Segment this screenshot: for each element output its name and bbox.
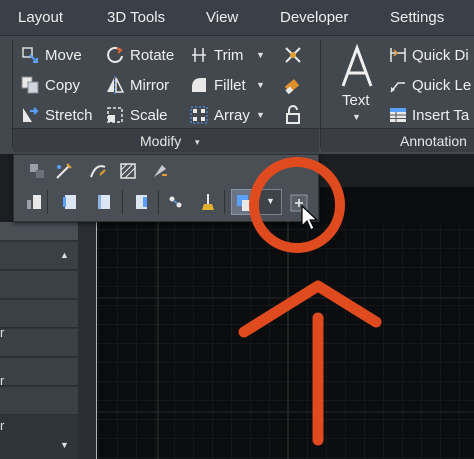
quick-dimension-icon [390, 48, 406, 62]
trim-label: Trim [214, 46, 244, 64]
break-at-point-icon[interactable] [24, 192, 44, 212]
palette-row[interactable] [0, 358, 78, 386]
draworder-dropdown-arrow: ▼ [266, 196, 275, 206]
erase-icon[interactable] [282, 74, 304, 96]
array-icon [190, 106, 208, 124]
modify-panel-title[interactable]: Modify [140, 133, 181, 149]
scale-button[interactable]: Scale [105, 103, 168, 127]
unlock-icon[interactable] [282, 104, 304, 126]
edit-polyline-icon[interactable] [54, 161, 74, 181]
palette-scroll-up-arrow[interactable]: ▲ [60, 250, 69, 260]
fillet-icon [192, 78, 206, 92]
edit-attribute-icon[interactable] [150, 161, 170, 181]
flyout-separator [158, 190, 159, 214]
fillet-button[interactable]: Fillet [189, 73, 246, 97]
palette-scroll-down-arrow[interactable]: ▼ [60, 440, 69, 450]
move-icon [22, 47, 38, 63]
overkill-icon[interactable] [198, 192, 218, 212]
tab-view[interactable]: View [206, 9, 238, 26]
edit-spline-icon[interactable] [88, 161, 108, 181]
scale-icon [107, 107, 123, 123]
palette-row[interactable] [0, 300, 78, 328]
flyout-separator [224, 190, 225, 214]
draworder-button[interactable] [231, 189, 257, 215]
array-dropdown-arrow[interactable]: ▼ [256, 110, 265, 120]
insert-table-button[interactable]: Insert Ta [388, 103, 469, 127]
move-label: Move [45, 46, 82, 64]
align-icon[interactable] [166, 192, 186, 212]
ribbon-tab-bar: Layout 3D Tools View Developer Settings [0, 0, 474, 36]
draworder-icon [237, 195, 253, 211]
modify-panel-expand-arrow[interactable]: ▾ [195, 137, 200, 148]
copy-label: Copy [45, 76, 81, 94]
mirror-label: Mirror [130, 76, 170, 94]
quick-dimension-button[interactable]: Quick Di [388, 43, 469, 67]
insert-table-label: Insert Ta [412, 106, 470, 124]
mouse-cursor-icon [301, 204, 319, 231]
mirror-button[interactable]: Mirror [105, 73, 169, 97]
quick-dimension-label: Quick Di [412, 46, 469, 64]
join-icon[interactable] [60, 192, 80, 212]
palette-row[interactable] [0, 271, 78, 299]
text-icon[interactable] [337, 44, 377, 90]
flyout-separator [122, 190, 123, 214]
palette-row[interactable] [0, 387, 78, 415]
trim-dropdown-arrow[interactable]: ▼ [256, 50, 265, 60]
tab-developer[interactable]: Developer [280, 9, 348, 26]
rotate-icon [107, 47, 123, 63]
fillet-dropdown-arrow[interactable]: ▼ [256, 80, 265, 90]
explode-icon[interactable] [282, 44, 304, 66]
tab-3d-tools[interactable]: 3D Tools [107, 9, 165, 26]
copy-button[interactable]: Copy [20, 73, 80, 97]
scale-label: Scale [130, 106, 168, 124]
blend-curves-icon[interactable] [131, 192, 151, 212]
tab-layout[interactable]: Layout [18, 9, 63, 26]
array-label: Array [214, 106, 250, 124]
flyout-separator [47, 190, 48, 214]
trim-button[interactable]: Trim [189, 43, 243, 67]
stretch-label: Stretch [45, 106, 93, 124]
quick-leader-label: Quick Le [412, 76, 472, 94]
drawing-area-top[interactable] [320, 187, 474, 222]
edit-hatch-icon[interactable] [118, 161, 138, 181]
fillet-label: Fillet [214, 76, 246, 94]
stretch-icon [23, 107, 39, 122]
insert-table-icon [390, 108, 406, 122]
palette-row-label: r [0, 373, 5, 388]
offset-icon[interactable] [27, 161, 47, 181]
rotate-button[interactable]: Rotate [105, 43, 174, 67]
mirror-icon [107, 76, 125, 94]
text-button-label[interactable]: Text [342, 92, 370, 109]
drawing-grid [96, 222, 474, 459]
palette-row-label: r [0, 418, 5, 433]
drawing-area[interactable] [96, 222, 474, 459]
array-button[interactable]: Array [189, 103, 250, 127]
palette-row-label: r [0, 325, 5, 340]
quick-leader-icon [390, 82, 405, 93]
rotate-label: Rotate [130, 46, 175, 64]
tab-settings[interactable]: Settings [390, 9, 444, 26]
move-button[interactable]: Move [20, 43, 82, 67]
palette-header [0, 222, 78, 240]
palette-scrollbar[interactable] [78, 222, 96, 459]
stretch-button[interactable]: Stretch [20, 103, 93, 127]
palette-row[interactable] [0, 329, 78, 357]
quick-leader-button[interactable]: Quick Le [388, 73, 471, 97]
copy-icon [21, 76, 39, 94]
trim-icon [192, 48, 206, 62]
draworder-dropdown[interactable]: ▼ [258, 189, 282, 215]
text-dropdown-arrow[interactable]: ▼ [352, 112, 361, 122]
chamfer-icon[interactable] [94, 192, 114, 212]
annotation-panel-title[interactable]: Annotation [400, 133, 467, 149]
